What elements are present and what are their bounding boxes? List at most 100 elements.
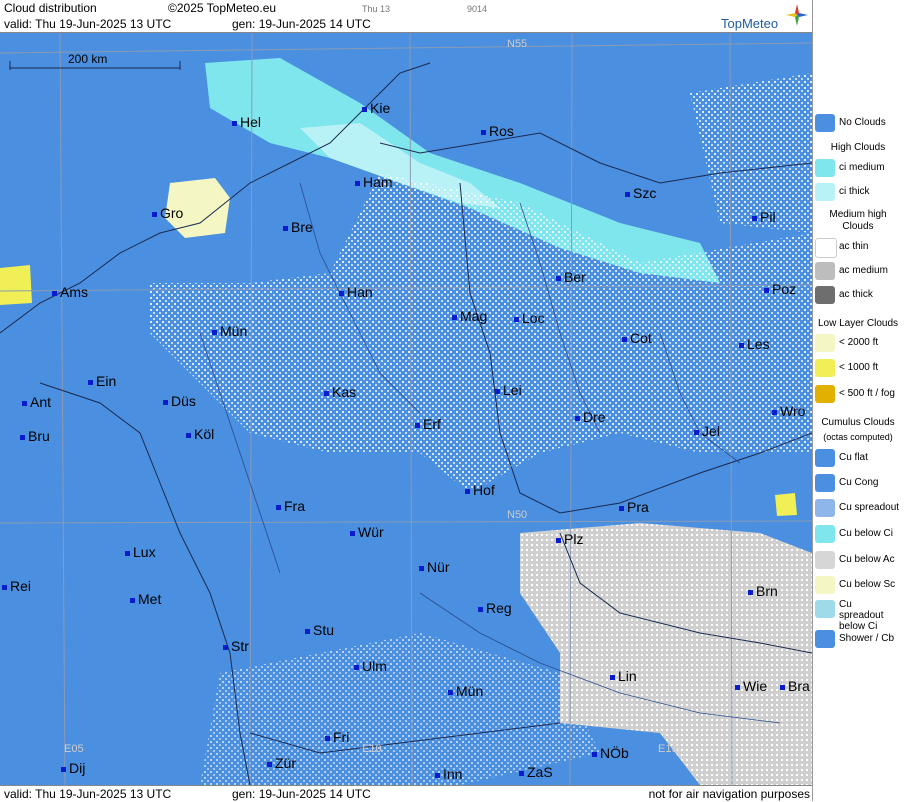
city-marker[interactable]: Nür xyxy=(419,559,450,575)
city-dot-icon xyxy=(2,584,7,590)
legend-cu-spread: Cu spreadout xyxy=(815,497,899,519)
city-marker[interactable]: Wie xyxy=(735,678,767,694)
scale-label: 200 km xyxy=(68,52,108,66)
city-dot-icon xyxy=(20,434,25,440)
city-marker[interactable]: Jel xyxy=(694,423,720,439)
city-dot-icon xyxy=(267,761,272,767)
city-marker[interactable]: Ber xyxy=(556,269,586,285)
city-marker[interactable]: Ein xyxy=(88,373,116,389)
city-marker[interactable]: Szc xyxy=(625,185,656,201)
swatch-shower xyxy=(815,630,835,648)
city-marker[interactable]: Bre xyxy=(283,219,313,235)
city-dot-icon xyxy=(339,290,344,296)
legend-cu-heading: Cumulus Clouds xyxy=(821,417,895,428)
legend-no-clouds: No Clouds xyxy=(815,112,893,134)
city-dot-icon xyxy=(125,550,130,556)
city-marker[interactable]: Ros xyxy=(481,123,514,139)
city-dot-icon xyxy=(519,770,524,776)
city-marker[interactable]: Bra xyxy=(780,678,810,694)
city-marker[interactable]: Wro xyxy=(772,403,805,419)
swatch-ci-thick xyxy=(815,183,835,201)
swatch-ac-thick xyxy=(815,286,835,304)
city-marker[interactable]: Cot xyxy=(622,330,652,346)
city-marker[interactable]: NÖb xyxy=(592,745,629,761)
city-marker[interactable]: Fra xyxy=(276,498,305,514)
city-marker[interactable]: Loc xyxy=(514,310,545,326)
city-marker[interactable]: Han xyxy=(339,284,373,300)
city-dot-icon xyxy=(625,191,630,197)
city-marker[interactable]: Kas xyxy=(324,384,356,400)
city-dot-icon xyxy=(283,225,288,231)
legend-ac-thin: ac thin xyxy=(815,236,893,258)
city-marker[interactable]: Hof xyxy=(465,482,495,498)
city-marker[interactable]: Kie xyxy=(362,100,390,116)
city-marker[interactable]: Plz xyxy=(556,531,583,547)
city-marker[interactable]: Lux xyxy=(125,544,156,560)
cu-area-south xyxy=(200,633,600,785)
city-dot-icon xyxy=(305,628,310,634)
city-marker[interactable]: Fri xyxy=(325,729,349,745)
city-marker[interactable]: Hel xyxy=(232,114,261,130)
footer-valid-time: valid: Thu 19-Jun-2025 13 UTC xyxy=(4,787,172,801)
city-dot-icon xyxy=(22,400,27,406)
swatch-cu-flat xyxy=(815,449,835,467)
city-marker[interactable]: Zür xyxy=(267,755,296,771)
city-dot-icon xyxy=(780,684,785,690)
city-marker[interactable]: ZaS xyxy=(519,764,553,780)
city-marker[interactable]: Mag xyxy=(452,308,487,324)
city-marker[interactable]: Stu xyxy=(305,622,334,638)
city-marker[interactable]: Mün xyxy=(448,683,483,699)
city-marker[interactable]: Köl xyxy=(186,426,214,442)
legend-cu-below-ac: Cu below Ac xyxy=(815,549,895,571)
city-dot-icon xyxy=(748,589,753,595)
swatch-cu-spread xyxy=(815,499,835,517)
legend-cu-spread-ci: Cu spreadout below Ci xyxy=(815,598,893,632)
grid-label-n50: N50 xyxy=(507,509,528,521)
grid-label-e10: E10 xyxy=(362,743,382,755)
city-marker[interactable]: Ant xyxy=(22,394,51,410)
swatch-low-2000 xyxy=(815,334,835,352)
cloud-map[interactable]: 200 km N55 N50 E05 E10 E15 Hel Kie Ros H… xyxy=(0,33,812,785)
city-dot-icon xyxy=(481,129,486,135)
legend-ci-thick: ci thick xyxy=(815,181,893,203)
swatch-low-1000 xyxy=(815,359,835,377)
city-marker[interactable]: Poz xyxy=(764,281,796,297)
city-dot-icon xyxy=(619,505,624,511)
city-marker[interactable]: Ulm xyxy=(354,658,387,674)
footer-gen-time: gen: 19-Jun-2025 14 UTC xyxy=(232,787,371,801)
swatch-cu-spread-ci xyxy=(815,600,835,618)
city-marker[interactable]: Inn xyxy=(435,766,462,782)
city-dot-icon xyxy=(694,429,699,435)
city-marker[interactable]: Reg xyxy=(478,600,512,616)
city-dot-icon xyxy=(556,275,561,281)
city-dot-icon xyxy=(276,504,281,510)
city-marker[interactable]: Gro xyxy=(152,205,183,221)
city-marker[interactable]: Str xyxy=(223,638,249,654)
city-marker[interactable]: Mün xyxy=(212,323,247,339)
city-marker[interactable]: Bru xyxy=(20,428,50,444)
city-dot-icon xyxy=(325,735,330,741)
legend-cu-cong: Cu Cong xyxy=(815,472,893,494)
city-marker[interactable]: Ham xyxy=(355,174,393,190)
swatch-cu-below-ac xyxy=(815,551,835,569)
low-cloud-east xyxy=(775,493,797,516)
legend-medium-heading: Medium high Clouds xyxy=(829,209,887,232)
grid-label-n55: N55 xyxy=(507,38,528,50)
city-marker[interactable]: Rei xyxy=(2,578,31,594)
city-marker[interactable]: Erf xyxy=(415,416,441,432)
city-marker[interactable]: Met xyxy=(130,591,161,607)
city-marker[interactable]: Düs xyxy=(163,393,196,409)
city-marker[interactable]: Pil xyxy=(752,209,776,225)
city-marker[interactable]: Ams xyxy=(52,284,88,300)
city-marker[interactable]: Brn xyxy=(748,583,778,599)
city-marker[interactable]: Dij xyxy=(61,760,85,776)
legend-low-heading: Low Layer Clouds xyxy=(817,318,899,329)
city-marker[interactable]: Lin xyxy=(610,668,637,684)
city-marker[interactable]: Les xyxy=(739,336,770,352)
city-marker[interactable]: Pra xyxy=(619,499,649,515)
city-marker[interactable]: Lei xyxy=(495,382,522,398)
city-dot-icon xyxy=(186,432,191,438)
city-dot-icon xyxy=(514,316,519,322)
city-marker[interactable]: Wür xyxy=(350,524,384,540)
city-marker[interactable]: Dre xyxy=(575,409,606,425)
